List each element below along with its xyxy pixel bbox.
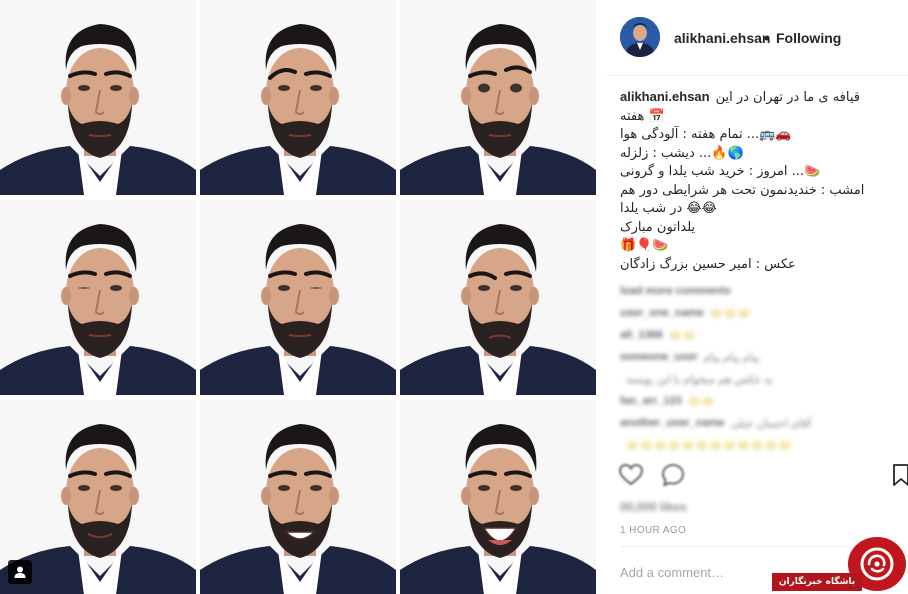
comment-list: load more comments user_one_name 😂😂😂 ali_… <box>620 280 898 456</box>
caption-line: قیافه ی ما در تهران در این <box>715 90 860 105</box>
header-username[interactable]: alikhani.ehsan <box>674 30 770 46</box>
comment-row: user_one_name 😂😂😂 <box>620 307 752 320</box>
caption-line: یلداتون مبارک <box>620 219 696 235</box>
comment-input[interactable] <box>620 562 770 582</box>
following-button[interactable]: Following <box>776 30 841 46</box>
bookmark-icon[interactable] <box>888 462 908 488</box>
caption-username[interactable]: alikhani.ehsan <box>620 88 710 107</box>
comment-row: یه عکس هم میخوام با این پوسته <box>626 373 774 386</box>
heart-icon[interactable] <box>618 462 644 488</box>
caption-line: 🍉... امروز : خرید شب یلدا و گرونی <box>620 164 821 179</box>
comment-row: ali_1366 😂😂 <box>620 329 697 342</box>
post-caption: alikhani.ehsan قیافه ی ما در تهران در ای… <box>620 88 890 274</box>
comment-row: someone_user پیام پیام پیام <box>620 351 760 364</box>
post-photo[interactable] <box>0 0 598 594</box>
caption-line: امشب : خندیدنمون تحت هر شرایطی دور هم <box>620 182 865 198</box>
comment-icon[interactable] <box>660 462 686 488</box>
person-icon <box>14 566 26 578</box>
caption-line: عکس : امیر حسین بزرگ زادگان <box>620 256 796 272</box>
caption-line: 🚗🚌... تمام هفته : آلودگی هوا <box>620 127 792 142</box>
comment-row: fan_arr_123 😂😂 <box>620 395 716 408</box>
user-tag-button[interactable] <box>8 560 32 584</box>
portrait-tile <box>400 400 596 594</box>
watermark-emblem-icon <box>860 547 894 581</box>
watermark-label: باشگاه خبرنگاران <box>772 573 862 591</box>
action-bar <box>606 452 908 496</box>
portrait-tile <box>200 400 396 594</box>
avatar[interactable] <box>620 17 660 57</box>
post-header: alikhani.ehsan • Following <box>606 0 908 76</box>
header-separator: • <box>764 30 769 46</box>
portrait-tile <box>0 0 196 195</box>
portrait-tile <box>200 200 396 395</box>
portrait-tile <box>400 200 596 395</box>
caption-line: 🌎🔥... دیشب : زلزله <box>620 145 744 161</box>
load-more-comments[interactable]: load more comments <box>620 280 898 302</box>
caption-line: 📅 هفته <box>620 108 665 124</box>
post-timestamp[interactable]: 1 HOUR AGO <box>620 525 686 536</box>
post-side-panel: alikhani.ehsan • Following alikhani.ehsa… <box>606 0 908 594</box>
likes-count[interactable]: 00,000 likes <box>620 500 687 514</box>
portrait-tile <box>0 200 196 395</box>
portrait-tile <box>200 0 396 195</box>
caption-line: 🎁🎈🍉 <box>620 238 669 253</box>
portrait-tile <box>400 0 596 195</box>
caption-line: 😂😂 در شب یلدا <box>620 201 717 216</box>
comment-row: another_user_name آقای احسان خیلی <box>620 417 811 430</box>
